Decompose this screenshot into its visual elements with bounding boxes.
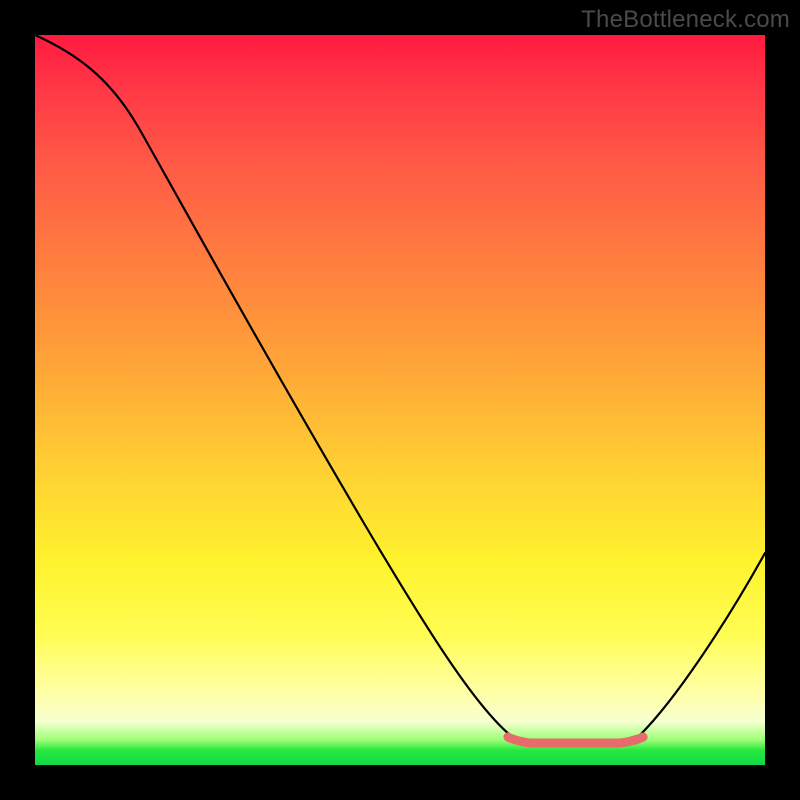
chart-frame: TheBottleneck.com xyxy=(0,0,800,800)
watermark-text: TheBottleneck.com xyxy=(581,6,790,34)
plot-background xyxy=(35,35,765,765)
